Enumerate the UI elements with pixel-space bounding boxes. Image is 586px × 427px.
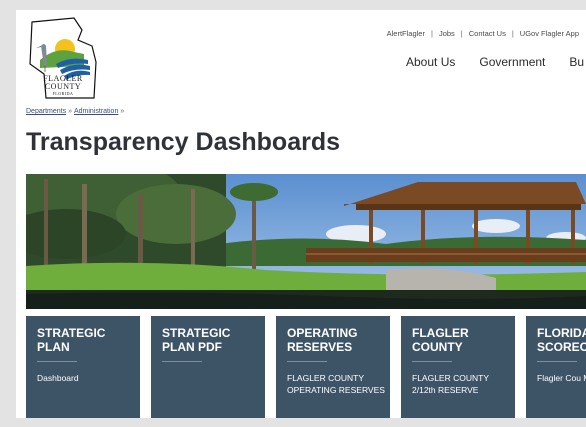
utility-separator: |	[460, 28, 463, 38]
card-divider	[287, 361, 327, 362]
card-title: OPERATING RESERVES	[287, 326, 358, 354]
card-divider	[162, 361, 202, 362]
page: FLAGLER COUNTY FLORIDA AlertFlagler | Jo…	[16, 10, 586, 418]
breadcrumb-administration[interactable]: Administration	[74, 108, 118, 115]
card-title: FLORIDA SCOREC	[537, 326, 586, 354]
nav-item-government[interactable]: Government	[479, 55, 545, 71]
card-divider	[412, 361, 452, 362]
card-title: STRATEGIC PLAN PDF	[162, 326, 231, 354]
card-divider	[537, 361, 577, 362]
card-strategic-plan-pdf[interactable]: STRATEGIC PLAN PDF	[151, 316, 265, 418]
utility-separator: |	[511, 28, 514, 38]
main-nav: About Us Government Bu	[406, 55, 586, 71]
breadcrumb-separator: »	[68, 108, 72, 115]
hero-image	[26, 174, 586, 309]
card-divider	[37, 361, 77, 362]
card-flagler-county[interactable]: FLAGLER COUNTY FLAGLER COUNTY 2/12th RES…	[401, 316, 515, 418]
dashboard-cards: STRATEGIC PLAN Dashboard STRATEGIC PLAN …	[26, 316, 586, 418]
utility-nav: AlertFlagler | Jobs | Contact Us | UGov …	[387, 26, 579, 40]
card-description: Flagler Cou Metrics	[537, 373, 586, 383]
card-description: FLAGLER COUNTY OPERATING RESERVES	[287, 373, 385, 395]
breadcrumb-departments[interactable]: Departments	[26, 108, 66, 115]
utility-link-jobs[interactable]: Jobs	[439, 29, 455, 38]
card-title: STRATEGIC PLAN	[37, 326, 106, 354]
card-description: Dashboard	[37, 373, 79, 383]
logo-line-3: FLORIDA	[52, 91, 74, 96]
breadcrumb: Departments» Administration»	[26, 108, 126, 115]
card-description: FLAGLER COUNTY 2/12th RESERVE	[412, 373, 489, 395]
card-strategic-plan[interactable]: STRATEGIC PLAN Dashboard	[26, 316, 140, 418]
flagler-county-logo[interactable]: FLAGLER COUNTY FLORIDA	[26, 16, 100, 100]
utility-link-contact-us[interactable]: Contact Us	[469, 29, 506, 38]
page-title: Transparency Dashboards	[26, 128, 341, 156]
utility-separator: |	[430, 28, 433, 38]
nav-item-business[interactable]: Bu	[569, 55, 584, 71]
breadcrumb-separator: »	[120, 108, 125, 115]
nav-item-about-us[interactable]: About Us	[406, 55, 455, 71]
card-florida-scorecard[interactable]: FLORIDA SCOREC Flagler Cou Metrics	[526, 316, 586, 418]
utility-link-alertflagler[interactable]: AlertFlagler	[387, 29, 425, 38]
card-operating-reserves[interactable]: OPERATING RESERVES FLAGLER COUNTY OPERAT…	[276, 316, 390, 418]
logo-line-2: COUNTY	[44, 82, 82, 91]
utility-link-ugov-app[interactable]: UGov Flagler App	[520, 29, 579, 38]
card-title: FLAGLER COUNTY	[412, 326, 469, 354]
covered-bridge-photo-icon	[26, 174, 586, 309]
